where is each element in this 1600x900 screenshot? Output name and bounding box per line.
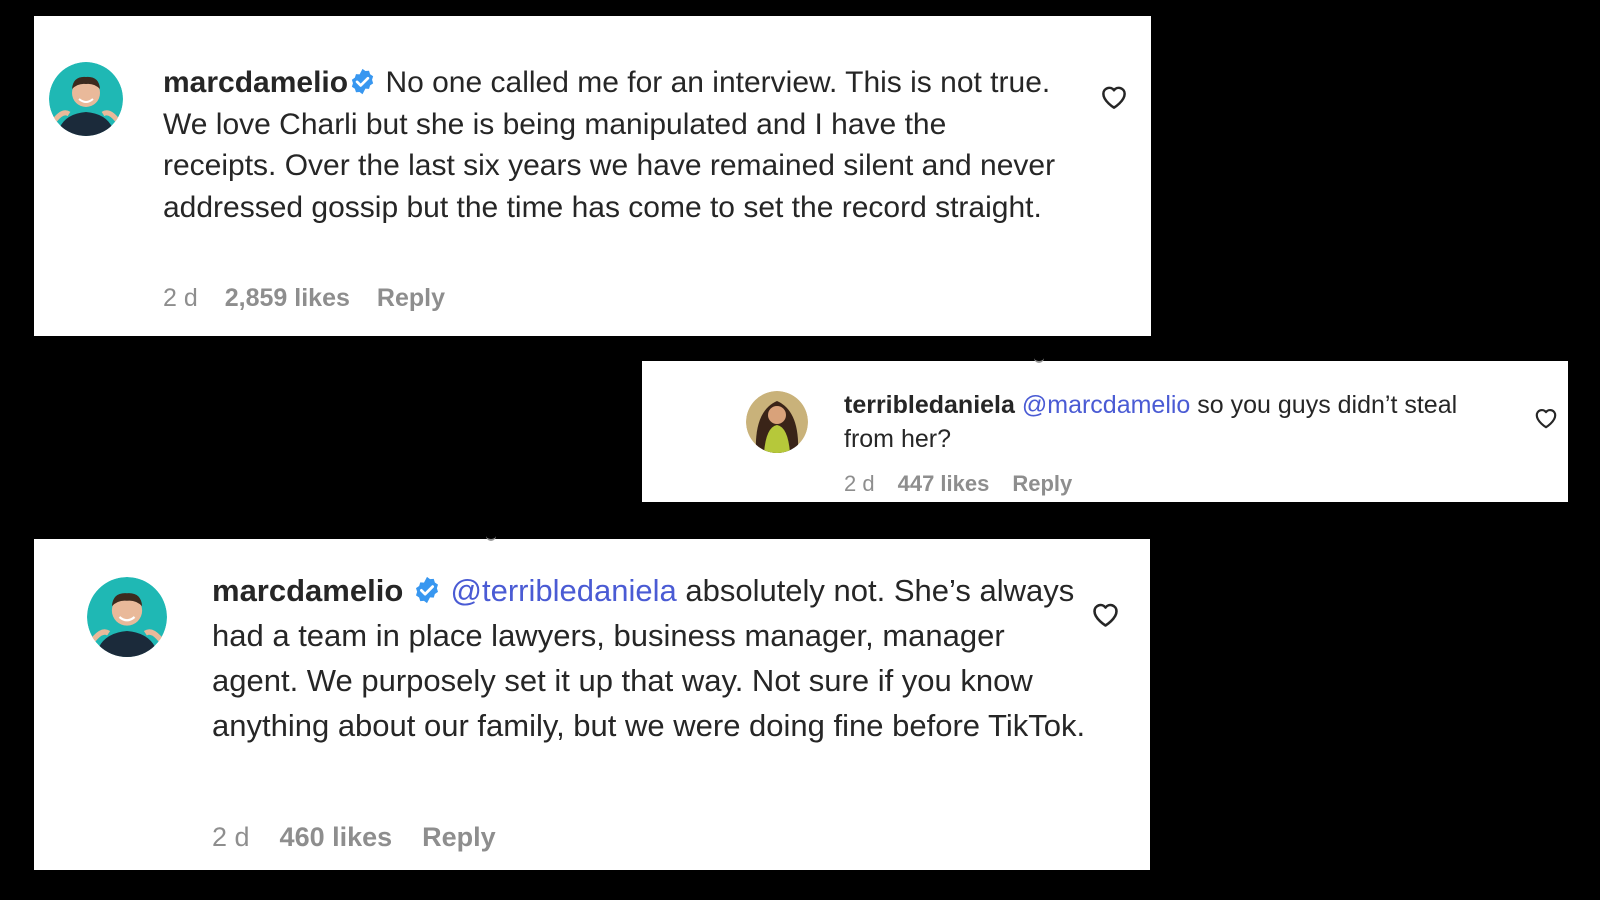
verified-badge-icon [412, 575, 442, 605]
like-button[interactable] [1099, 82, 1129, 112]
verified-badge-icon [348, 67, 377, 96]
comment-body: terribledaniela @marcdamelio so you guys… [844, 388, 1484, 456]
timestamp: 2 d [212, 822, 250, 852]
man-avatar-icon [49, 62, 123, 136]
heart-outline-icon [1102, 86, 1126, 109]
timestamp: 2 d [844, 471, 875, 496]
thread-connector [486, 535, 496, 541]
comment-card-2: terribledaniela @marcdamelio so you guys… [642, 361, 1568, 502]
heart-outline-icon [1093, 603, 1118, 627]
comment-card-1: marcdamelio No one called me for an inte… [34, 16, 1151, 336]
man-avatar-icon [87, 577, 167, 657]
username[interactable]: marcdamelio [163, 66, 348, 99]
avatar[interactable] [49, 62, 123, 136]
heart-outline-icon [1535, 409, 1557, 429]
username[interactable]: marcdamelio [212, 573, 403, 608]
comment-card-3: marcdamelio @terribledaniela absolutely … [34, 539, 1150, 870]
likes-count[interactable]: 2,859 likes [225, 284, 350, 313]
woman-avatar-icon [746, 391, 808, 453]
like-button[interactable] [1090, 599, 1121, 630]
comment-meta: 2 d 2,859 likes Reply [163, 284, 472, 313]
comment-meta: 2 d 460 likes Reply [212, 822, 526, 853]
thread-connector [1034, 357, 1044, 363]
reply-button[interactable]: Reply [422, 822, 496, 853]
username[interactable]: terribledaniela [844, 391, 1015, 419]
reply-button[interactable]: Reply [1012, 471, 1072, 497]
likes-count[interactable]: 460 likes [280, 822, 393, 853]
comment-body: marcdamelio No one called me for an inte… [163, 62, 1063, 228]
mention-link[interactable]: @marcdamelio [1022, 391, 1190, 419]
avatar[interactable] [87, 577, 167, 657]
comment-body: marcdamelio @terribledaniela absolutely … [212, 568, 1092, 748]
mention-link[interactable]: @terribledaniela [451, 573, 677, 608]
comment-meta: 2 d 447 likes Reply [844, 471, 1095, 497]
avatar[interactable] [746, 391, 808, 453]
likes-count[interactable]: 447 likes [898, 471, 990, 497]
timestamp: 2 d [163, 284, 198, 312]
like-button[interactable] [1533, 405, 1559, 431]
reply-button[interactable]: Reply [377, 284, 445, 313]
